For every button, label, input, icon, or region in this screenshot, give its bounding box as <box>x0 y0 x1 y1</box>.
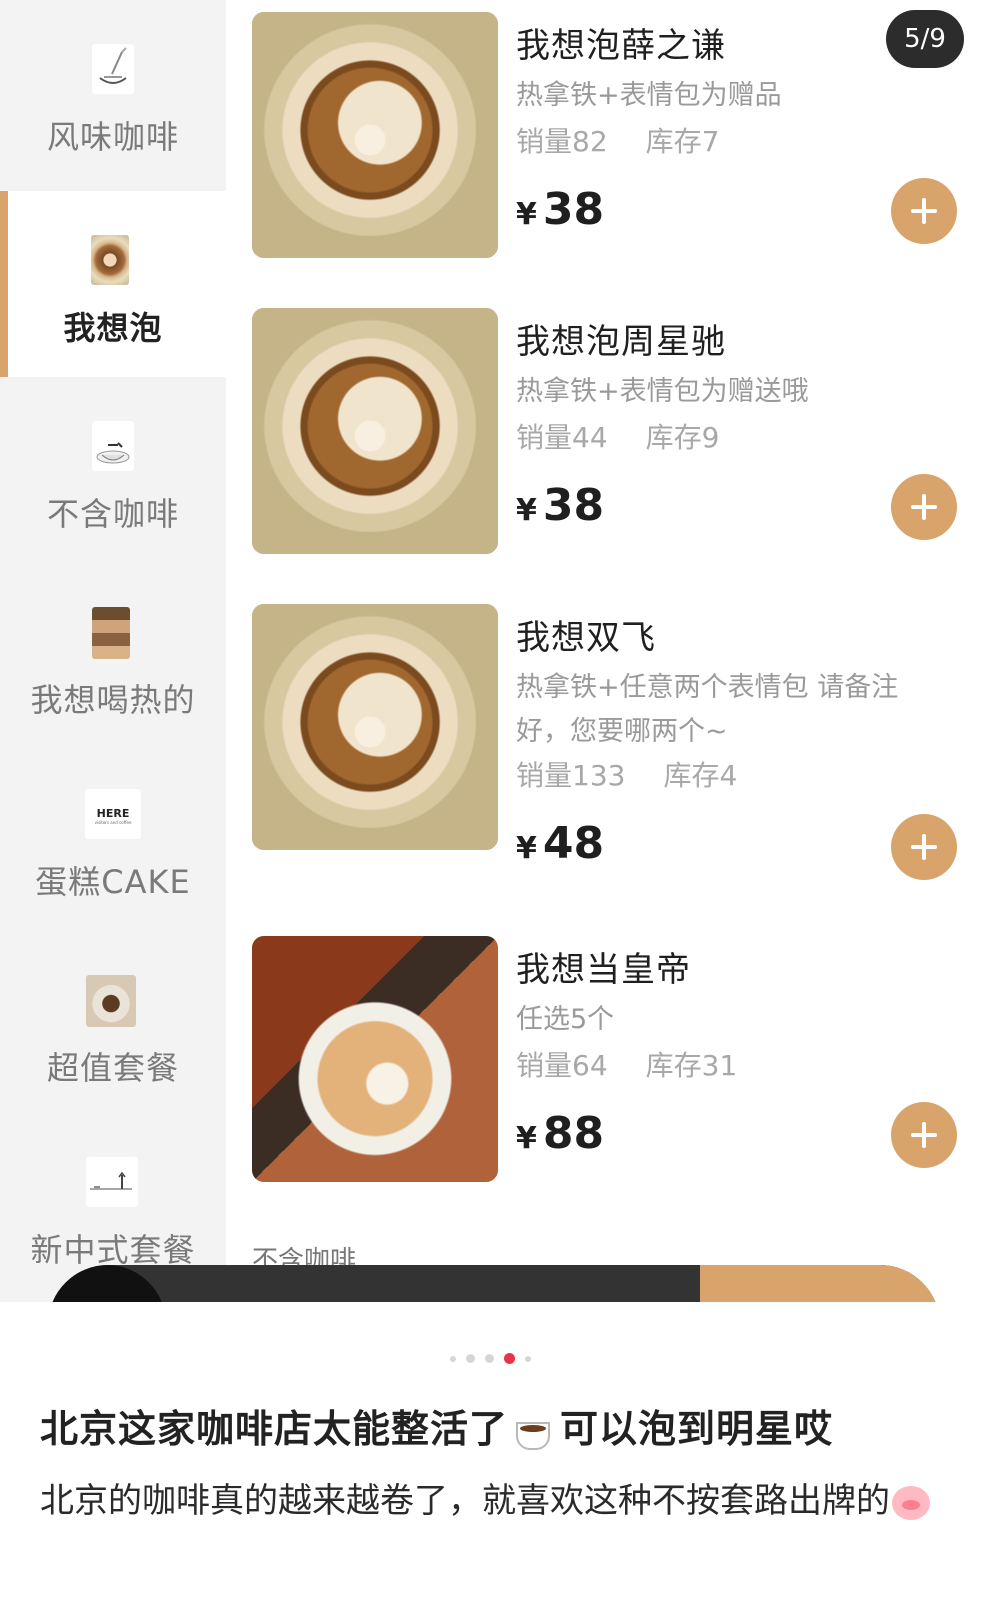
product-description: 热拿铁+任意两个表情包 请备注好，您要哪两个~ <box>516 672 899 747</box>
post-caption: 北京这家咖啡店太能整活了 可以泡到明星哎 北京的咖啡真的越来越卷了，就喜欢这种不按… <box>0 1302 1000 1603</box>
post-body: 北京的咖啡真的越来越卷了，就喜欢这种不按套路出牌的 <box>40 1474 940 1528</box>
product-price: ¥48 <box>516 818 604 869</box>
category-label: 我想喝热的 <box>30 681 196 719</box>
product-card[interactable]: 我想双飞 热拿铁+任意两个表情包 请备注好，您要哪两个~ 销量133 库存4 ¥4… <box>226 604 1000 924</box>
product-price: ¥38 <box>516 184 604 235</box>
category-label: 风味咖啡 <box>46 118 179 156</box>
sketch-line-icon <box>86 1157 138 1207</box>
sales-count: 销量44 <box>516 421 608 454</box>
add-to-cart-button[interactable] <box>891 474 957 540</box>
product-card[interactable]: 我想泡周星驰 热拿铁+表情包为赠送哦 销量44 库存9 ¥38 <box>226 308 1000 606</box>
product-photo <box>252 308 498 554</box>
price-value: 88 <box>542 1108 605 1159</box>
latte-photo <box>91 235 129 285</box>
carousel-dot[interactable] <box>466 1354 475 1363</box>
product-card[interactable]: 我想泡薛之谦 热拿铁+表情包为赠品 销量82 库存7 ¥38 <box>226 12 1000 310</box>
product-description: 热拿铁+表情包为赠品 <box>516 80 782 111</box>
post-title-text: 可以泡到明星哎 <box>560 1407 834 1451</box>
here-logo: HERE visitors and coffee <box>85 789 141 839</box>
product-photo <box>252 604 498 850</box>
category-flavor-coffee[interactable]: 风味咖啡 <box>0 0 226 186</box>
pig-face-emoji-icon <box>892 1485 930 1520</box>
product-photo <box>252 12 498 258</box>
hot-beverage-emoji-icon <box>512 1414 556 1450</box>
product-description: 热拿铁+表情包为赠送哦 <box>516 376 809 407</box>
product-name: 我想当皇帝 <box>516 950 691 990</box>
sales-count: 销量82 <box>516 125 608 158</box>
category-cake[interactable]: HERE visitors and coffee 蛋糕CAKE <box>0 745 226 931</box>
product-stats: 销量44 库存9 <box>516 416 719 456</box>
product-description: 任选5个 <box>516 1004 615 1035</box>
add-to-cart-button[interactable] <box>891 1102 957 1168</box>
post-title-text: 北京这家咖啡店太能整活了 <box>40 1407 509 1451</box>
sales-count: 销量64 <box>516 1049 608 1082</box>
carousel-dot[interactable] <box>450 1355 456 1362</box>
category-sidebar: 风味咖啡 我想泡 不含咖啡 我想喝热的 HERE visitors and co… <box>0 0 226 1333</box>
product-price: ¥88 <box>516 1108 604 1159</box>
product-stats: 销量133 库存4 <box>516 754 737 794</box>
add-to-cart-button[interactable] <box>891 178 957 244</box>
carousel-dots <box>450 1348 541 1364</box>
category-want-to-date[interactable]: 我想泡 <box>0 191 226 377</box>
carousel-dot[interactable] <box>525 1355 531 1362</box>
post-body-text: 北京的咖啡真的越来越卷了，就喜欢这种不按套路出牌的 <box>40 1481 890 1521</box>
currency-symbol: ¥ <box>516 197 537 232</box>
stock-count: 库存7 <box>645 125 720 158</box>
product-name: 我想泡周星驰 <box>516 322 726 362</box>
stock-count: 库存31 <box>645 1049 738 1082</box>
category-label: 我想泡 <box>63 309 163 347</box>
product-name: 我想双飞 <box>516 618 656 658</box>
price-value: 38 <box>542 480 605 531</box>
category-hot-drinks[interactable]: 我想喝热的 <box>0 563 226 749</box>
add-to-cart-button[interactable] <box>891 814 957 880</box>
product-name: 我想泡薛之谦 <box>516 26 726 66</box>
hot-drinks-photo <box>92 607 130 659</box>
image-pager-badge: 5/9 <box>886 10 964 68</box>
price-value: 38 <box>542 184 605 235</box>
currency-symbol: ¥ <box>516 1121 537 1156</box>
carousel-dot-active[interactable] <box>504 1353 515 1364</box>
category-value-set[interactable]: 超值套餐 <box>0 931 226 1117</box>
carousel-dot[interactable] <box>485 1354 494 1363</box>
stock-count: 库存4 <box>663 759 738 792</box>
currency-symbol: ¥ <box>516 493 537 528</box>
post-title: 北京这家咖啡店太能整活了 可以泡到明星哎 <box>40 1398 970 1453</box>
category-label: 超值套餐 <box>46 1049 179 1087</box>
sales-count: 销量133 <box>516 759 626 792</box>
menu-screenshot: 风味咖啡 我想泡 不含咖啡 我想喝热的 HERE visitors and co… <box>0 0 1000 1333</box>
active-indicator <box>0 191 8 377</box>
currency-symbol: ¥ <box>516 831 537 866</box>
latte-art-line-icon <box>92 44 134 94</box>
product-price: ¥38 <box>516 480 604 531</box>
product-card[interactable]: 我想当皇帝 任选5个 销量64 库存31 ¥88 <box>226 936 1000 1234</box>
product-stats: 销量64 库存31 <box>516 1044 737 1084</box>
category-label: 不含咖啡 <box>46 495 179 533</box>
product-photo <box>252 936 498 1182</box>
cup-drink-icon <box>92 421 134 471</box>
product-stats: 销量82 库存7 <box>516 120 719 160</box>
set-meal-photo <box>86 975 136 1027</box>
category-label: 蛋糕CAKE <box>35 863 191 901</box>
price-value: 48 <box>542 818 605 869</box>
stock-count: 库存9 <box>645 421 720 454</box>
category-no-coffee[interactable]: 不含咖啡 <box>0 377 226 563</box>
